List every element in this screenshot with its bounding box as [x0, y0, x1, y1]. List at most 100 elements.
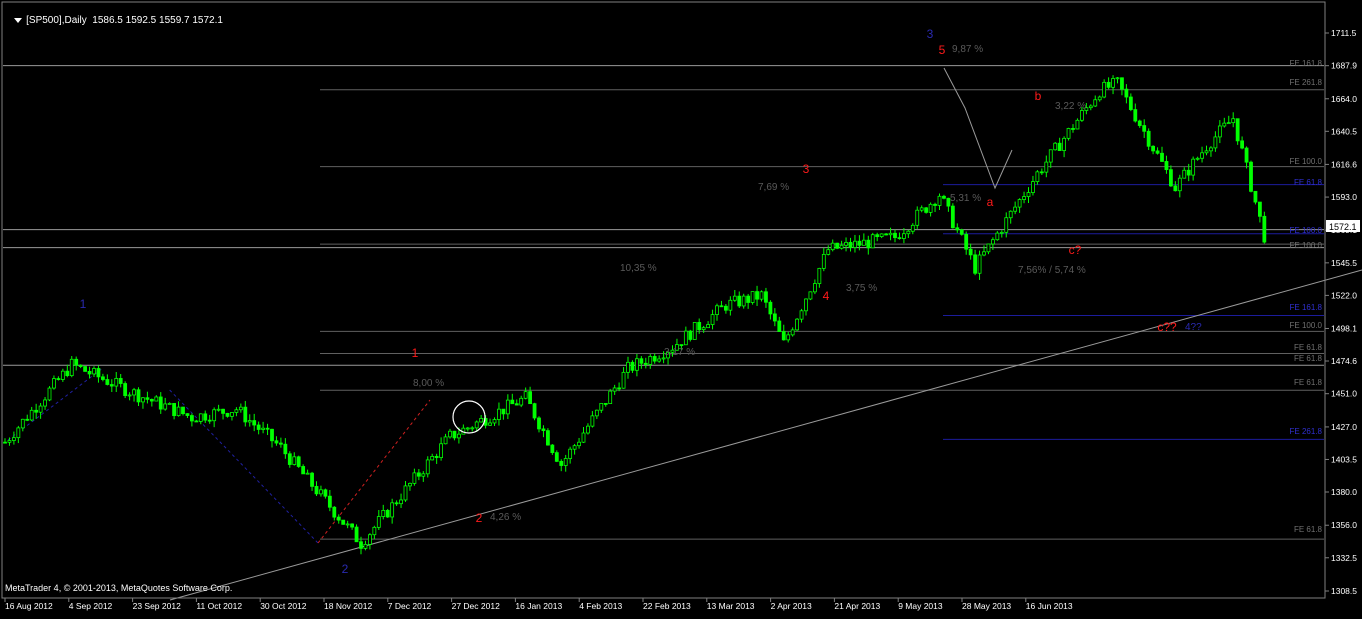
candle-body: [465, 427, 470, 430]
candle-body: [479, 418, 484, 423]
candle-body: [1071, 128, 1075, 130]
fib-lines-layer: FE 161.8 FE 261.8 FE 100.0 FE 61.8 FE 100.0 F…: [3, 59, 1324, 540]
candle-body: [332, 506, 337, 518]
candle-body: [563, 458, 568, 466]
candle-body: [198, 413, 203, 422]
candle-body: [1186, 169, 1191, 176]
candle-body: [715, 305, 719, 315]
fib-label: FE 100.0: [1290, 226, 1323, 235]
y-tick-label: 1687.9: [1331, 61, 1357, 71]
candle-body: [238, 406, 243, 411]
candle-body: [207, 419, 212, 422]
x-tick-label: 18 Nov 2012: [324, 601, 372, 611]
candle-body: [915, 209, 920, 226]
candle-body: [216, 408, 221, 411]
candle-body: [1209, 147, 1213, 152]
candle-body: [688, 330, 693, 340]
candle-body: [768, 301, 773, 315]
price-axis: 1711.51687.91664.01640.51616.61593.01569…: [1324, 2, 1357, 598]
wave-label: c??: [1157, 320, 1177, 334]
candle-body: [724, 305, 728, 311]
dropdown-arrow-icon[interactable]: [14, 17, 23, 23]
candle-body: [376, 516, 381, 528]
x-tick-label: 13 Mar 2013: [707, 601, 755, 611]
candle-body: [408, 483, 412, 487]
candle-body: [937, 195, 942, 206]
candle-body: [1204, 150, 1209, 154]
candle-body: [572, 445, 577, 450]
candle-body: [20, 418, 25, 429]
candle-body: [1173, 185, 1178, 192]
candle-body: [1195, 157, 1200, 160]
candle-body: [78, 364, 83, 367]
percent-annotation: 3,17 %: [664, 347, 695, 358]
x-tick-label: 22 Feb 2013: [643, 601, 691, 611]
candle-body: [692, 322, 697, 340]
candle-body: [857, 240, 862, 246]
candle-body: [594, 409, 599, 417]
percent-annotation: 4,26 %: [490, 512, 521, 523]
candle-body: [523, 391, 528, 399]
candle-body: [372, 526, 377, 536]
candle-body: [256, 424, 261, 430]
candle-body: [123, 383, 128, 396]
candle-body: [541, 428, 546, 432]
candle-body: [43, 399, 47, 407]
candle-body: [47, 387, 52, 401]
candle-body: [790, 329, 795, 336]
x-tick-label: 7 Dec 2012: [388, 601, 432, 611]
candles-layer: [3, 75, 1267, 555]
candle-body: [821, 253, 826, 269]
candle-body: [497, 408, 501, 420]
candle-body: [710, 314, 715, 325]
x-tick-label: 21 Apr 2013: [834, 601, 880, 611]
candle-body: [1013, 206, 1018, 212]
candle-body: [1235, 118, 1240, 142]
x-tick-label: 16 Jan 2013: [515, 601, 562, 611]
fib-label: FE 61.8: [1294, 343, 1323, 352]
price-chart[interactable]: FE 161.8 FE 261.8 FE 100.0 FE 61.8 FE 100.0 F…: [0, 0, 1362, 614]
candle-body: [354, 526, 359, 543]
candle-body: [902, 233, 906, 239]
wave-line: [317, 399, 431, 544]
candle-body: [1120, 77, 1124, 90]
candle-body: [728, 299, 733, 311]
candle-body: [448, 430, 452, 438]
wave-label: b: [1035, 89, 1042, 103]
candle-body: [287, 453, 292, 465]
candle-body: [1160, 152, 1164, 162]
candle-body: [52, 378, 56, 389]
candle-body: [991, 239, 995, 245]
current-price-label: 1572.1: [1329, 222, 1357, 232]
candle-body: [1142, 125, 1147, 132]
candle-body: [772, 313, 777, 322]
candle-body: [510, 399, 515, 405]
candle-body: [310, 472, 314, 487]
candle-body: [683, 330, 688, 346]
candle-body: [639, 358, 644, 364]
y-tick-label: 1711.5: [1331, 28, 1357, 38]
candle-body: [1177, 177, 1182, 192]
percent-annotation: 7,69 %: [758, 182, 789, 193]
candle-body: [470, 427, 475, 430]
candle-body: [1102, 81, 1107, 98]
y-tick-label: 1498.1: [1331, 323, 1357, 333]
x-tick-label: 16 Jun 2013: [1026, 601, 1073, 611]
candle-body: [185, 413, 190, 416]
x-tick-label: 4 Feb 2013: [579, 601, 622, 611]
candle-body: [1249, 161, 1253, 192]
candle-body: [1066, 128, 1071, 139]
candle-body: [719, 305, 724, 308]
chart-area[interactable]: FE 161.8 FE 261.8 FE 100.0 FE 61.8 FE 100.0 F…: [0, 0, 1362, 614]
candle-body: [1146, 130, 1151, 147]
wave-label: a: [987, 195, 994, 209]
candle-body: [746, 295, 751, 303]
candle-body: [87, 370, 92, 375]
candle-body: [933, 203, 937, 206]
candle-body: [16, 427, 21, 439]
candle-body: [3, 441, 7, 444]
candle-body: [181, 406, 185, 415]
candle-body: [265, 427, 270, 430]
candle-body: [29, 409, 34, 421]
candle-body: [528, 391, 532, 405]
